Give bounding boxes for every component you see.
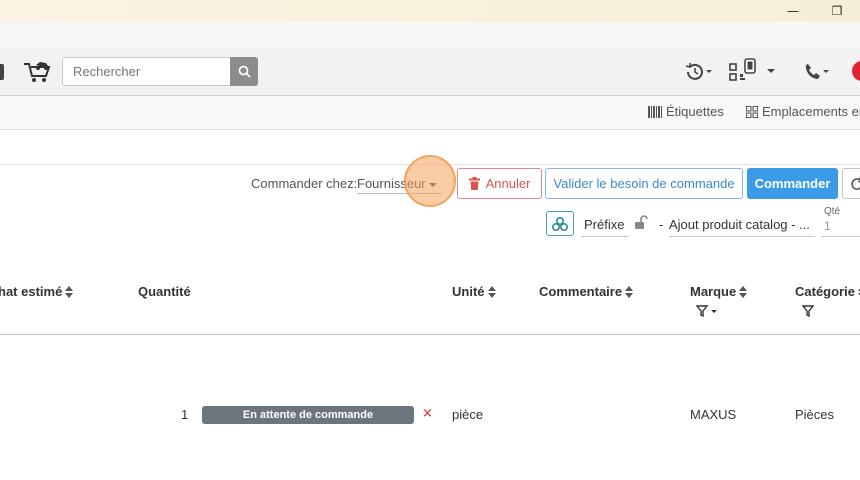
unlock-icon[interactable]: [634, 215, 648, 231]
refresh-button[interactable]: [842, 168, 860, 199]
sort-icon: [487, 285, 496, 298]
column-header-brand-label: Marque: [690, 284, 737, 299]
row-quantity: 1: [181, 407, 189, 422]
row-brand: MAXUS: [690, 407, 737, 422]
labels-link[interactable]: Étiquettes: [648, 104, 724, 119]
grid-icon: [746, 105, 758, 118]
barcode-icon: [648, 105, 662, 118]
locations-link[interactable]: Emplacements en: [746, 104, 860, 119]
order-button[interactable]: Commander: [747, 168, 838, 199]
column-header-unit-label: Unité: [452, 284, 485, 299]
browser-strip: [0, 22, 860, 48]
window-title-bar: — ❐: [0, 0, 860, 22]
trash-icon: [468, 177, 480, 190]
filter-icon: [696, 305, 717, 317]
cart-icon[interactable]: [22, 59, 52, 85]
column-header-unit[interactable]: Unité: [452, 284, 496, 299]
sort-icon: [739, 285, 748, 298]
menu-edge-icon[interactable]: [0, 64, 4, 80]
labels-link-text: Étiquettes: [666, 104, 724, 119]
cancel-button[interactable]: Annuler: [457, 168, 542, 199]
chevron-down-icon[interactable]: [765, 66, 777, 76]
phone-icon[interactable]: [802, 62, 832, 82]
row-category: Pièces: [795, 407, 835, 422]
qty-input[interactable]: 1: [822, 219, 860, 237]
column-header-comment[interactable]: Commentaire: [539, 284, 634, 299]
column-header-estimated-label: hat estimé: [0, 284, 63, 299]
restore-button[interactable]: ❐: [826, 2, 848, 20]
sort-icon: [625, 285, 634, 298]
table-header-divider: [0, 334, 860, 335]
chevron-down-icon[interactable]: [428, 181, 438, 189]
secondary-toolbar: Étiquettes Emplacements en: [0, 96, 860, 130]
minimize-button[interactable]: —: [782, 2, 804, 20]
column-header-category-label: Catégorie: [795, 284, 855, 299]
search-input[interactable]: [62, 57, 230, 86]
divider: [0, 164, 860, 165]
status-badge: En attente de commande: [202, 406, 414, 424]
cancel-button-label: Annuler: [485, 176, 531, 191]
locations-link-text: Emplacements en: [762, 104, 860, 119]
column-header-category[interactable]: Catégorie: [795, 284, 860, 299]
history-icon[interactable]: [684, 62, 714, 82]
column-header-quantity: Quantité: [138, 284, 191, 299]
column-header-comment-label: Commentaire: [539, 284, 623, 299]
column-header-brand[interactable]: Marque: [690, 284, 748, 299]
refresh-icon: [851, 177, 860, 190]
main-toolbar: [0, 48, 860, 96]
search-button[interactable]: [230, 57, 258, 86]
column-header-estimated[interactable]: hat estimé: [0, 284, 74, 299]
qr-code-icon[interactable]: [728, 58, 762, 84]
sort-icon: [65, 285, 74, 298]
remove-icon[interactable]: ×: [422, 406, 433, 421]
order-from-label: Commander chez:: [251, 176, 358, 191]
prefix-field[interactable]: Préfixe: [581, 211, 629, 237]
catalog-product-input[interactable]: Ajout produit catalog - ...: [669, 211, 815, 237]
cluster-button[interactable]: [546, 211, 574, 236]
brand-filter-button[interactable]: [694, 301, 720, 321]
row-unit: pièce: [452, 407, 484, 422]
column-header-quantity-label: Quantité: [138, 284, 191, 299]
search-icon: [238, 65, 251, 78]
validate-need-button[interactable]: Valider le besoin de commande: [545, 168, 743, 199]
filter-icon: [802, 305, 814, 317]
qty-label: Qté: [824, 206, 841, 217]
cluster-icon: [552, 216, 568, 231]
category-filter-button[interactable]: [795, 301, 821, 321]
separator-dash: -: [659, 217, 664, 232]
